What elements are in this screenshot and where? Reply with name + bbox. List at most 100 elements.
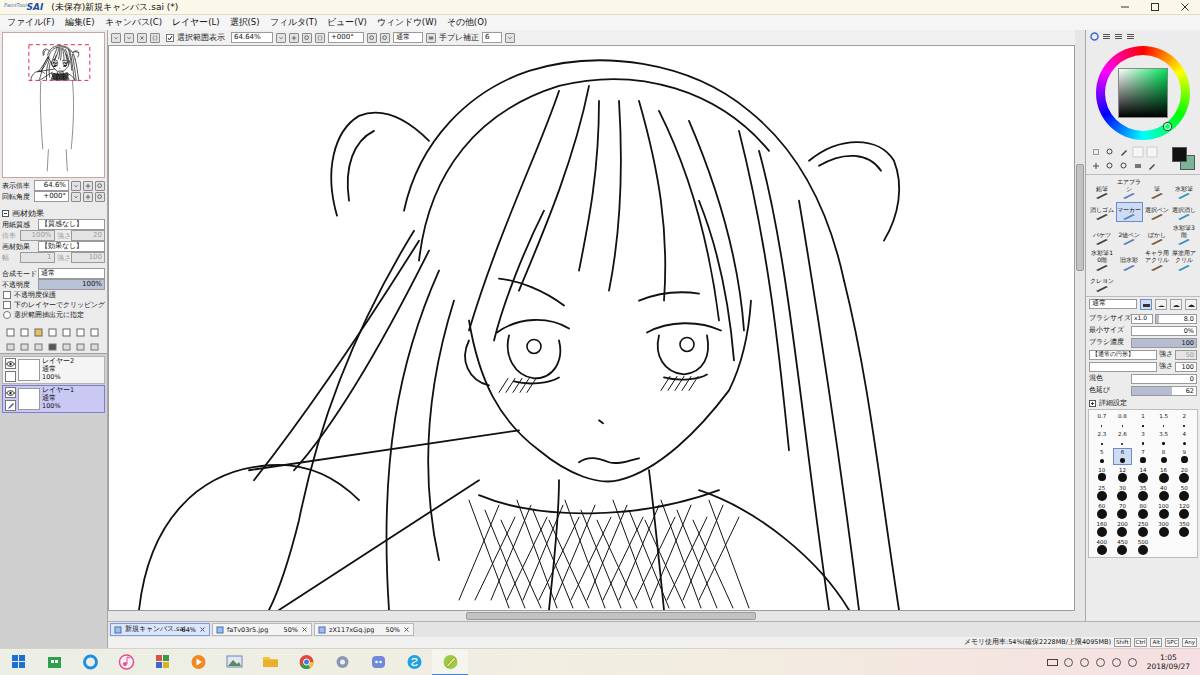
brush-tool[interactable]: 旧水彩 bbox=[1116, 248, 1142, 272]
brush-tool[interactable]: 2値ペン bbox=[1116, 223, 1142, 247]
brush-tool[interactable]: 水彩筆3階 bbox=[1171, 223, 1197, 247]
visibility-toggle[interactable] bbox=[5, 358, 16, 369]
menu-item[interactable]: ビュー(V) bbox=[322, 17, 371, 29]
menu-item[interactable]: フィルタ(T) bbox=[265, 17, 323, 29]
drawing-target-toggle[interactable] bbox=[5, 371, 16, 382]
checkbox[interactable] bbox=[3, 291, 11, 299]
taskbar-app[interactable] bbox=[288, 649, 324, 675]
rotate-button[interactable] bbox=[367, 33, 377, 43]
brush-size-preset[interactable]: 8 bbox=[1154, 448, 1174, 465]
zoom-icon[interactable] bbox=[1104, 160, 1116, 172]
brush-size-preset[interactable]: 40 bbox=[1154, 484, 1174, 501]
toolbar-button[interactable] bbox=[111, 33, 121, 43]
brush-tool[interactable]: 消しゴム bbox=[1089, 202, 1115, 222]
brush-size-preset[interactable]: 1.5 bbox=[1154, 412, 1174, 429]
drawing-target-toggle[interactable] bbox=[5, 400, 16, 411]
brush-size-preset[interactable]: 6 bbox=[1113, 448, 1133, 465]
brush-tool[interactable]: マーカー bbox=[1116, 202, 1142, 222]
rotate-icon[interactable] bbox=[1118, 160, 1130, 172]
brush-size-preset[interactable]: 9 bbox=[1174, 448, 1194, 465]
magic-wand-icon[interactable] bbox=[1118, 146, 1130, 158]
rotate-button[interactable] bbox=[380, 33, 390, 43]
minimize-button[interactable] bbox=[1110, 0, 1140, 14]
brush-tool[interactable]: 水彩筆 bbox=[1171, 177, 1197, 201]
notification-icon[interactable] bbox=[1127, 657, 1138, 668]
brush-size-preset[interactable]: 300 bbox=[1154, 520, 1174, 537]
brush-size-preset[interactable]: 3.5 bbox=[1154, 430, 1174, 447]
brush-size-preset[interactable]: 10 bbox=[1092, 466, 1112, 483]
scroll-thumb[interactable] bbox=[1076, 164, 1084, 270]
taskbar-app[interactable] bbox=[108, 649, 144, 675]
checkbox-option[interactable]: 不透明度保護 bbox=[0, 290, 107, 300]
brush-size-preset[interactable]: 500 bbox=[1133, 538, 1153, 555]
view-rect[interactable] bbox=[29, 45, 90, 81]
brush-size-preset[interactable]: 70 bbox=[1113, 502, 1133, 519]
hue-marker[interactable] bbox=[1164, 123, 1171, 130]
blank-icon[interactable] bbox=[62, 328, 71, 337]
brush-tool[interactable]: 厚塗用アクリル bbox=[1171, 248, 1197, 272]
hsv-slider-mode-icon[interactable] bbox=[1114, 32, 1123, 41]
brush-size-preset[interactable]: 0.7 bbox=[1092, 412, 1112, 429]
clear-layer-icon[interactable] bbox=[34, 342, 43, 351]
radio-option[interactable]: 選択範囲抽出元に指定 bbox=[0, 310, 107, 320]
brush-size-preset[interactable]: 50 bbox=[1174, 484, 1194, 501]
taskbar-app[interactable] bbox=[252, 649, 288, 675]
tip-shape-button[interactable] bbox=[1185, 299, 1197, 310]
zoom-button[interactable] bbox=[315, 33, 325, 43]
brush-size-preset[interactable]: 60 bbox=[1092, 502, 1112, 519]
brush-tool[interactable]: クレヨン bbox=[1089, 274, 1115, 294]
brush-size-preset[interactable]: 25 bbox=[1092, 484, 1112, 501]
radio[interactable] bbox=[3, 311, 11, 319]
lasso-icon[interactable] bbox=[1104, 146, 1116, 158]
brush-size-preset[interactable]: 2.6 bbox=[1113, 430, 1133, 447]
taskbar-app[interactable] bbox=[324, 649, 360, 675]
tip-shape-button[interactable] bbox=[1155, 299, 1167, 310]
saturation-value-square[interactable] bbox=[1118, 68, 1168, 118]
canvas-tab[interactable]: 新規キャンバス.sai64% bbox=[110, 623, 210, 636]
horizontal-scrollbar[interactable] bbox=[108, 611, 1075, 621]
new-linework-layer-icon[interactable] bbox=[20, 328, 29, 337]
brush-size-preset[interactable]: 2 bbox=[1174, 412, 1194, 429]
brush-size-preset[interactable]: 80 bbox=[1133, 502, 1153, 519]
navigator-button[interactable] bbox=[83, 192, 93, 202]
brush-tool[interactable]: キャラ用アクリル bbox=[1144, 248, 1170, 272]
brush-size-preset[interactable]: 160 bbox=[1092, 520, 1112, 537]
rect-select-icon[interactable] bbox=[1090, 146, 1102, 158]
taskbar-app[interactable] bbox=[216, 649, 252, 675]
brush-tool[interactable]: 鉛筆 bbox=[1089, 177, 1115, 201]
blank-icon[interactable] bbox=[76, 342, 85, 351]
blank-icon[interactable] bbox=[48, 328, 57, 337]
zoom-button[interactable] bbox=[302, 33, 312, 43]
taskbar-app[interactable] bbox=[72, 649, 108, 675]
brush-tool[interactable]: 選択消し bbox=[1171, 202, 1197, 222]
menu-item[interactable]: ファイル(F) bbox=[2, 17, 60, 29]
toolbar-button[interactable] bbox=[150, 33, 160, 43]
slider[interactable]: 62 bbox=[1131, 386, 1197, 396]
color-wheel-mode-icon[interactable] bbox=[1090, 32, 1099, 41]
menu-item[interactable]: ウィンドウ(W) bbox=[372, 17, 442, 29]
scroll-thumb[interactable] bbox=[466, 612, 756, 620]
texture-select[interactable] bbox=[1089, 362, 1157, 372]
slider[interactable]: 8.0 bbox=[1155, 314, 1197, 324]
details-toggle[interactable]: 詳細設定 bbox=[1086, 398, 1200, 409]
taskbar-app[interactable] bbox=[396, 649, 432, 675]
blank-icon[interactable] bbox=[1146, 146, 1158, 158]
blend-select[interactable]: 通常 bbox=[38, 268, 105, 278]
brush-size-preset[interactable]: 4 bbox=[1174, 430, 1194, 447]
vertical-scrollbar[interactable] bbox=[1075, 30, 1085, 621]
checkbox-option[interactable]: 下のレイヤーでクリッピング bbox=[0, 300, 107, 310]
tip-shape-button[interactable] bbox=[1170, 299, 1182, 310]
app-tray-icon[interactable] bbox=[1111, 657, 1122, 668]
stabilizer-field[interactable]: 6 bbox=[482, 32, 502, 42]
brush-size-preset[interactable]: 0.8 bbox=[1113, 412, 1133, 429]
navigator-value[interactable]: 64.6% bbox=[34, 180, 69, 190]
network-icon[interactable] bbox=[1063, 657, 1074, 668]
checkbox[interactable] bbox=[3, 301, 11, 309]
brush-mode-select[interactable]: 通常 bbox=[1089, 299, 1137, 309]
navigator-button[interactable] bbox=[71, 192, 81, 202]
taskbar-app[interactable] bbox=[144, 649, 180, 675]
brush-size-preset[interactable]: 1 bbox=[1133, 412, 1153, 429]
primary-swatch[interactable] bbox=[1172, 147, 1187, 162]
brush-size-preset[interactable]: 350 bbox=[1174, 520, 1194, 537]
delete-layer-icon[interactable] bbox=[48, 342, 57, 351]
